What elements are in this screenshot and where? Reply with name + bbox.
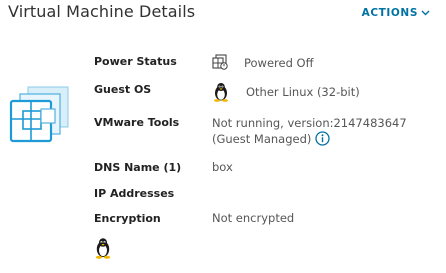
vmware-tools-label: VMware Tools xyxy=(94,116,180,129)
power-off-vm-icon xyxy=(212,54,228,73)
guest-os-label: Guest OS xyxy=(94,83,152,96)
encryption-value: Not encrypted xyxy=(212,211,295,225)
power-status-label: Power Status xyxy=(94,55,177,68)
vmware-tools-value: Not running, version:2147483647 (Guest M… xyxy=(212,116,407,146)
encryption-label: Encryption xyxy=(94,212,161,225)
actions-dropdown-button[interactable]: ACTIONS xyxy=(362,7,430,19)
vmware-tools-value-wrap: Not running, version:2147483647 (Guest M… xyxy=(212,115,442,150)
chevron-down-icon xyxy=(421,10,430,16)
linux-tux-icon xyxy=(212,82,230,105)
card-title: Virtual Machine Details xyxy=(8,2,196,21)
linux-tux-icon xyxy=(94,237,112,263)
dns-name-label: DNS Name (1) xyxy=(94,161,182,174)
ip-addresses-label: IP Addresses xyxy=(94,187,175,200)
dns-name-value: box xyxy=(212,160,233,174)
info-icon[interactable] xyxy=(315,131,331,150)
power-status-value: Powered Off xyxy=(244,56,314,70)
actions-label: ACTIONS xyxy=(361,7,418,19)
virtual-machine-icon xyxy=(8,83,72,147)
vm-details-card: Virtual Machine Details ACTIONS Power St… xyxy=(0,0,446,273)
guest-os-value: Other Linux (32-bit) xyxy=(246,85,360,99)
